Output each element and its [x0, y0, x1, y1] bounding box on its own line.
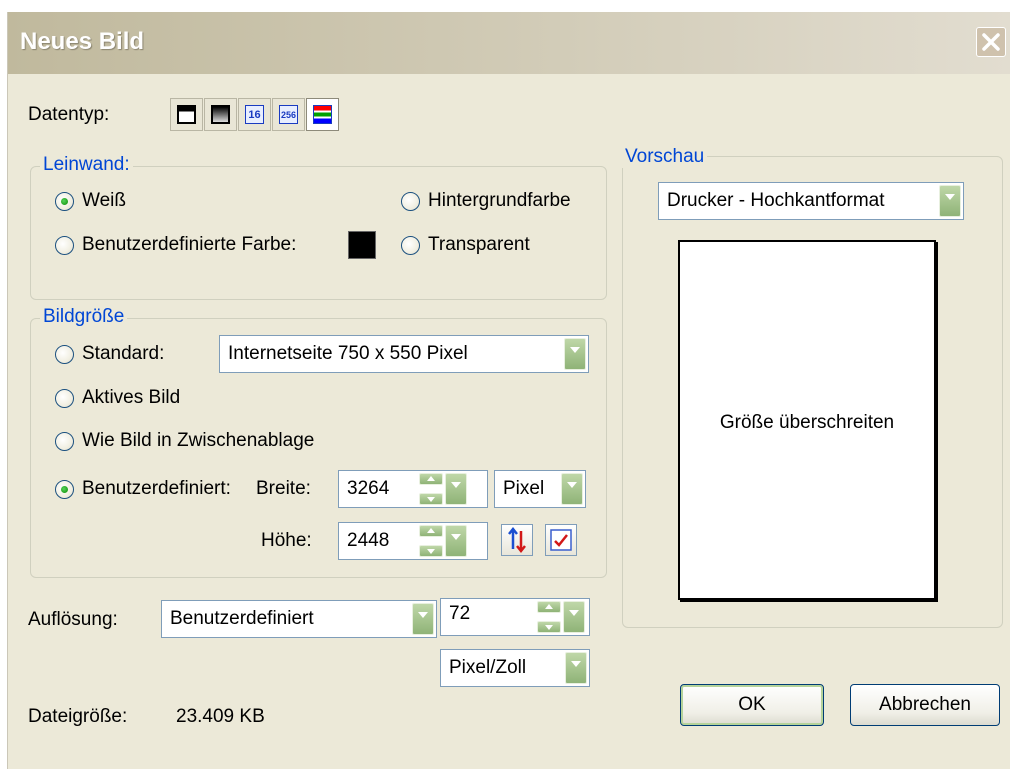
datatype-bw-button[interactable]	[170, 98, 203, 131]
aufloesung-value: 72	[449, 603, 471, 624]
radio-aktives-bild-label: Aktives Bild	[82, 387, 181, 408]
256-colors-icon: 256	[279, 105, 298, 124]
radio-weiss-label: Weiß	[82, 190, 126, 211]
window-title: Neues Bild	[20, 28, 145, 55]
breite-label: Breite:	[256, 478, 311, 499]
hoehe-dropdown-chevron-icon[interactable]	[445, 525, 467, 557]
breite-spinner[interactable]	[419, 473, 443, 505]
aufloesung-spinner[interactable]	[537, 601, 561, 633]
swap-arrows-icon	[508, 526, 526, 554]
close-button[interactable]	[976, 27, 1006, 57]
aufloesung-unit-value: Pixel/Zoll	[449, 657, 527, 678]
checkmark-icon	[550, 529, 572, 551]
radio-weiss[interactable]	[55, 192, 74, 211]
radio-standard-label: Standard:	[82, 343, 165, 364]
spin-down-icon[interactable]	[537, 621, 561, 633]
aufloesung-mode-dropdown[interactable]: Benutzerdefiniert	[161, 600, 437, 638]
unit-dropdown[interactable]: Pixel	[494, 470, 586, 508]
radio-zwischenablage-label: Wie Bild in Zwischenablage	[82, 430, 315, 451]
chevron-down-icon[interactable]	[565, 652, 587, 684]
spin-up-icon[interactable]	[419, 525, 443, 537]
aufloesung-unit-dropdown[interactable]: Pixel/Zoll	[440, 649, 590, 687]
radio-aktives-bild[interactable]	[55, 389, 74, 408]
unit-value: Pixel	[503, 478, 545, 499]
spin-down-icon[interactable]	[419, 493, 443, 505]
cancel-button[interactable]: Abbrechen	[850, 684, 1000, 726]
vorschau-format-value: Drucker - Hochkantformat	[667, 190, 885, 211]
vorschau-format-dropdown[interactable]: Drucker - Hochkantformat	[658, 182, 964, 220]
chevron-down-icon[interactable]	[564, 338, 586, 370]
radio-benutzerdefiniert[interactable]	[55, 480, 74, 499]
spin-up-icon[interactable]	[537, 601, 561, 613]
ok-button-label: OK	[738, 694, 766, 715]
breite-input[interactable]: 3264	[338, 470, 488, 508]
radio-transparent[interactable]	[401, 236, 420, 255]
title-bar: Neues Bild	[8, 12, 1010, 74]
radio-benutzerdefinierte-farbe-label: Benutzerdefinierte Farbe:	[82, 234, 297, 255]
dialog-window: Neues Bild Datentyp: 16 256 Leinwand: We…	[7, 12, 1010, 769]
chevron-down-icon[interactable]	[412, 603, 434, 635]
spin-up-icon[interactable]	[419, 473, 443, 485]
radio-zwischenablage[interactable]	[55, 432, 74, 451]
ok-button[interactable]: OK	[680, 684, 824, 726]
vorschau-legend: Vorschau	[622, 146, 708, 168]
radio-benutzerdefinierte-farbe[interactable]	[55, 236, 74, 255]
preview-page: Größe überschreiten	[678, 240, 936, 600]
hoehe-label: Höhe:	[261, 530, 312, 551]
standard-size-dropdown[interactable]: Internetseite 750 x 550 Pixel	[219, 335, 589, 373]
radio-hintergrundfarbe[interactable]	[401, 192, 420, 211]
bildgroesse-legend: Bildgröße	[40, 306, 128, 328]
breite-value: 3264	[347, 478, 390, 499]
radio-transparent-label: Transparent	[428, 234, 530, 255]
truecolor-icon	[313, 105, 332, 124]
chevron-down-icon[interactable]	[939, 185, 961, 217]
dateigroesse-label: Dateigröße:	[28, 706, 128, 727]
custom-color-swatch[interactable]	[348, 231, 376, 259]
datatype-256-button[interactable]: 256	[272, 98, 305, 131]
close-icon	[982, 33, 1000, 51]
datentyp-label: Datentyp:	[28, 104, 110, 125]
datatype-grayscale-button[interactable]	[204, 98, 237, 131]
grayscale-icon	[211, 105, 230, 124]
radio-standard[interactable]	[55, 345, 74, 364]
aufloesung-mode-value: Benutzerdefiniert	[170, 608, 314, 629]
datatype-16-button[interactable]: 16	[238, 98, 271, 131]
hoehe-input[interactable]: 2448	[338, 522, 488, 560]
leinwand-legend: Leinwand:	[40, 154, 133, 176]
keep-ratio-toggle[interactable]	[545, 524, 577, 556]
hoehe-spinner[interactable]	[419, 525, 443, 557]
breite-dropdown-chevron-icon[interactable]	[445, 473, 467, 505]
spin-down-icon[interactable]	[419, 545, 443, 557]
aufloesung-value-input[interactable]: 72	[440, 598, 590, 636]
chevron-down-icon[interactable]	[561, 473, 583, 505]
swap-dimensions-button[interactable]	[501, 524, 533, 556]
leinwand-group	[30, 166, 607, 300]
datatype-truecolor-button[interactable]	[306, 98, 339, 131]
standard-size-value: Internetseite 750 x 550 Pixel	[228, 343, 468, 364]
aufloesung-dropdown-chevron-icon[interactable]	[563, 601, 585, 633]
radio-hintergrundfarbe-label: Hintergrundfarbe	[428, 190, 571, 211]
radio-benutzerdefiniert-label: Benutzerdefiniert:	[82, 478, 231, 499]
16-colors-icon: 16	[245, 105, 264, 124]
aufloesung-label: Auflösung:	[28, 609, 118, 630]
dateigroesse-value: 23.409 KB	[176, 706, 265, 727]
cancel-button-label: Abbrechen	[879, 694, 971, 715]
bw-icon	[177, 105, 196, 124]
hoehe-value: 2448	[347, 530, 390, 551]
preview-message: Größe überschreiten	[719, 412, 895, 433]
